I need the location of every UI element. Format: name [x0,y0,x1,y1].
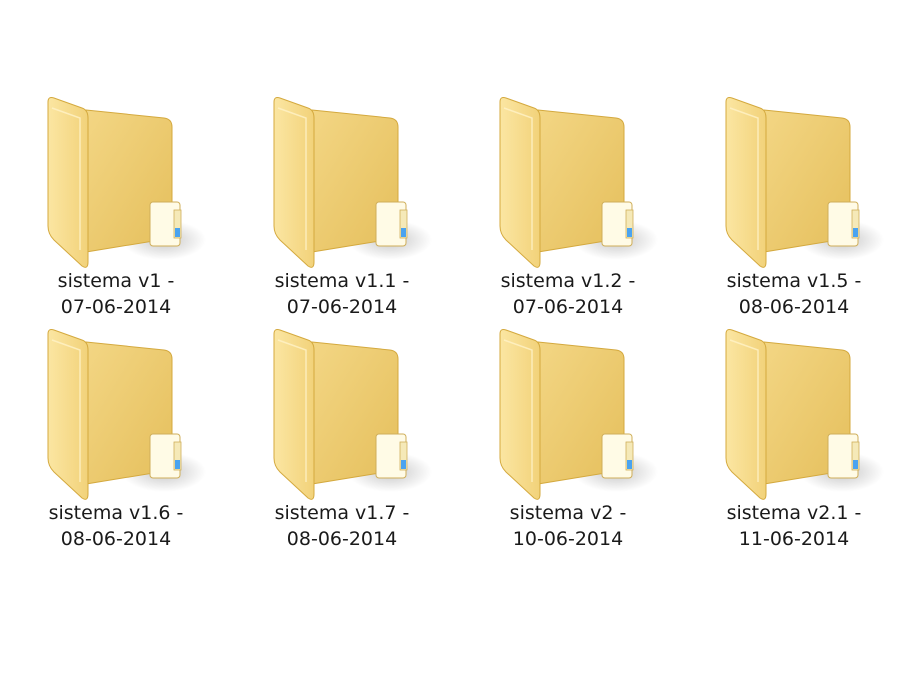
folder-label: sistema v2.1 - 11-06-2014 [694,500,894,552]
folder-label: sistema v1.2 - 07-06-2014 [468,268,668,320]
folder-item[interactable]: sistema v2.1 - 11-06-2014 [694,324,894,554]
folder-label: sistema v1 - 07-06-2014 [16,268,216,320]
folder-name: sistema v1.1 - [274,270,410,292]
folder-item[interactable]: sistema v1.5 - 08-06-2014 [694,92,894,322]
folder-name: sistema v1.5 - [726,270,862,292]
folder-date: 08-06-2014 [60,528,172,550]
folder-date: 10-06-2014 [512,528,624,550]
folder-date: 11-06-2014 [738,528,850,550]
folder-icon [725,97,884,268]
folder-label: sistema v1.6 - 08-06-2014 [16,500,216,552]
folder-label: sistema v1.1 - 07-06-2014 [242,268,442,320]
folder-item[interactable]: sistema v2 - 10-06-2014 [468,324,668,554]
folder-item[interactable]: sistema v1.2 - 07-06-2014 [468,92,668,322]
folder-label: sistema v1.7 - 08-06-2014 [242,500,442,552]
folder-label: sistema v2 - 10-06-2014 [468,500,668,552]
folder-name: sistema v1 - [57,270,175,292]
folder-item[interactable]: sistema v1.7 - 08-06-2014 [242,324,442,554]
folder-name: sistema v1.2 - [500,270,636,292]
folder-icon [499,97,658,268]
folder-item[interactable]: sistema v1.1 - 07-06-2014 [242,92,442,322]
folder-icon [499,329,658,500]
folder-name: sistema v2 - [509,502,627,524]
folder-icon [725,329,884,500]
folder-icon [47,329,206,500]
folder-name: sistema v1.6 - [48,502,184,524]
folder-label: sistema v1.5 - 08-06-2014 [694,268,894,320]
folder-item[interactable]: sistema v1 - 07-06-2014 [16,92,216,322]
folder-name: sistema v2.1 - [726,502,862,524]
folder-date: 07-06-2014 [512,296,624,318]
folder-icon [273,97,432,268]
folder-view: sistema v1 - 07-06-2014 sistema v1.1 - 0… [0,0,900,700]
folder-icon [47,97,206,268]
folder-date: 08-06-2014 [286,528,398,550]
folder-date: 08-06-2014 [738,296,850,318]
folder-date: 07-06-2014 [286,296,398,318]
folder-name: sistema v1.7 - [274,502,410,524]
folder-icon [273,329,432,500]
folder-date: 07-06-2014 [60,296,172,318]
folder-item[interactable]: sistema v1.6 - 08-06-2014 [16,324,216,554]
